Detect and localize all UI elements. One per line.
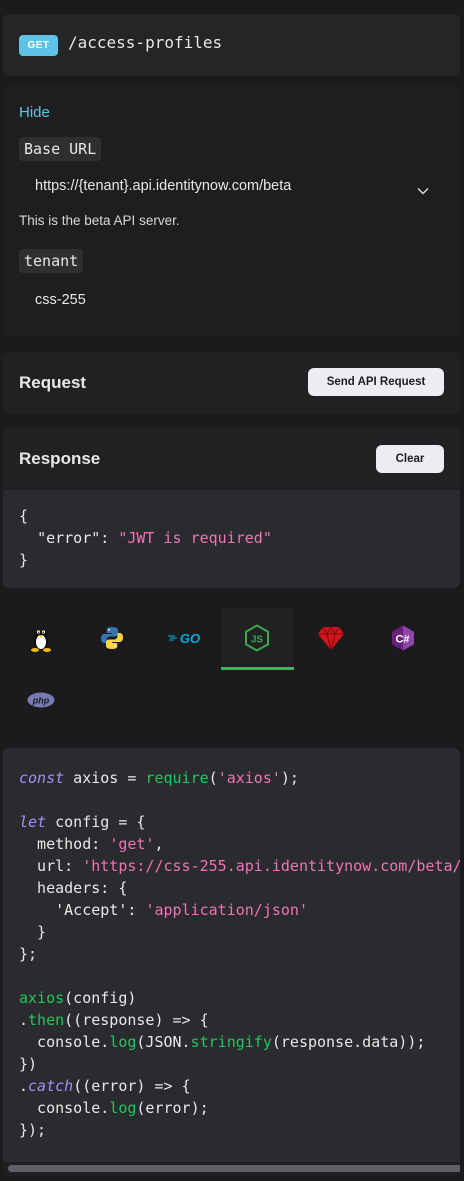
tenant-label: tenant xyxy=(19,249,84,273)
code-line: url: 'https://css-255.api.identitynow.co… xyxy=(19,857,460,875)
response-title: Response xyxy=(19,449,101,468)
code-sample: const axios = require('axios'); let conf… xyxy=(3,748,460,1176)
code-line: console.log(JSON.stringify(response.data… xyxy=(19,1033,426,1051)
code-line: headers: { xyxy=(19,879,128,897)
send-api-request-button[interactable]: Send API Request xyxy=(308,368,444,396)
base-url-select[interactable]: https://{tenant}.api.identitynow.com/bet… xyxy=(19,170,439,204)
base-url-value: https://{tenant}.api.identitynow.com/bet… xyxy=(35,178,292,194)
response-sep: : xyxy=(100,529,119,547)
go-icon: GO xyxy=(167,630,201,646)
linux-icon xyxy=(31,630,51,652)
active-tab-indicator xyxy=(221,667,294,670)
code-line: method: 'get', xyxy=(19,835,164,853)
tab-linux[interactable] xyxy=(5,608,77,668)
response-body: { "error": "JWT is required" } xyxy=(3,490,460,588)
request-title: Request xyxy=(19,373,87,392)
tab-python[interactable] xyxy=(76,608,148,668)
server-description: This is the beta API server. xyxy=(19,213,180,228)
scrollbar-thumb[interactable] xyxy=(8,1165,460,1172)
tab-nodejs[interactable]: JS xyxy=(221,608,293,668)
request-section: Request Send API Request xyxy=(3,352,460,414)
python-icon xyxy=(101,627,123,649)
code-line: 'Accept': 'application/json' xyxy=(55,901,308,919)
code-line: console.log(error); xyxy=(19,1099,209,1117)
horizontal-scrollbar[interactable] xyxy=(3,1162,460,1176)
code-line: axios(config) xyxy=(19,989,137,1007)
response-value: "JWT is required" xyxy=(118,529,272,547)
endpoint-header: GET /access-profiles xyxy=(3,14,460,76)
nodejs-icon-label: JS xyxy=(251,635,264,646)
response-close-brace: } xyxy=(19,551,29,569)
response-error-line: "error": "JWT is required" xyxy=(19,529,272,547)
ruby-icon xyxy=(318,625,344,651)
csharp-icon-label: C# xyxy=(395,634,409,646)
code-line: }); xyxy=(19,1121,47,1139)
code-line: const axios = require('axios'); xyxy=(19,769,299,787)
php-icon: php xyxy=(27,692,55,708)
tab-csharp[interactable]: C# xyxy=(367,608,439,668)
tab-php[interactable]: php xyxy=(5,670,77,730)
tab-ruby[interactable] xyxy=(295,608,367,668)
hide-link[interactable]: Hide xyxy=(19,104,50,121)
endpoint-path: /access-profiles xyxy=(68,33,223,52)
code-line: let config = { xyxy=(19,813,146,831)
code-line: } xyxy=(19,923,47,941)
go-label: GO xyxy=(179,630,201,646)
response-section: Response Clear xyxy=(3,428,460,490)
code-line: .then((response) => { xyxy=(19,1011,209,1029)
php-icon-label: php xyxy=(32,696,50,706)
clear-button[interactable]: Clear xyxy=(376,445,444,473)
code-line: }; xyxy=(19,945,38,963)
code-line: .catch((error) => { xyxy=(19,1077,191,1095)
base-url-label: Base URL xyxy=(19,137,102,161)
response-key: "error" xyxy=(37,529,101,547)
code-line: }) xyxy=(19,1055,38,1073)
tenant-input[interactable]: css-255 xyxy=(35,292,86,308)
tab-go[interactable]: GO xyxy=(148,608,220,668)
response-open-brace: { xyxy=(19,507,29,525)
method-badge: GET xyxy=(19,35,58,56)
nodejs-icon: JS xyxy=(245,624,269,652)
code-lines: const axios = require('axios'); let conf… xyxy=(19,767,460,1141)
server-panel: Hide Base URL https://{tenant}.api.ident… xyxy=(3,86,460,336)
csharp-icon: C# xyxy=(392,625,414,651)
chevron-down-icon xyxy=(417,182,429,200)
speed-lines-icon xyxy=(167,635,177,641)
